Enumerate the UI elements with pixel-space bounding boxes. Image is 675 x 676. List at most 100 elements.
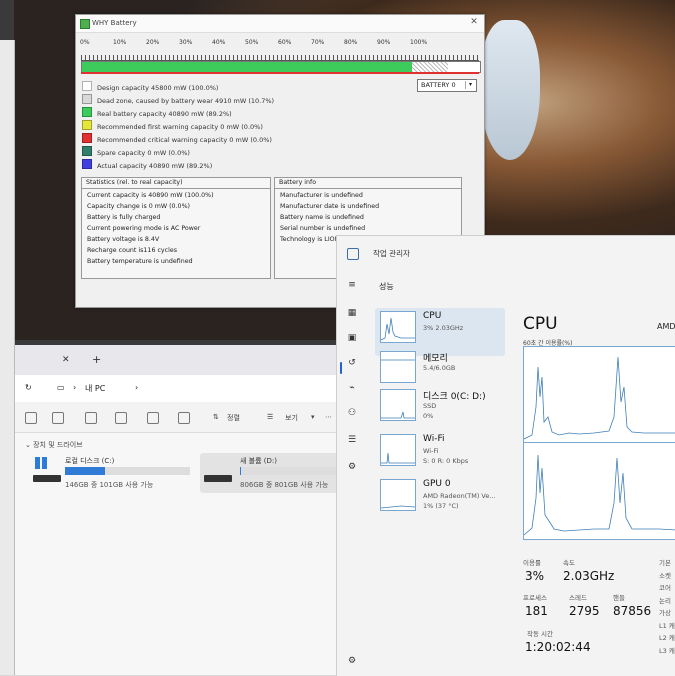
perf-item-sub: AMD Radeon(TM) Ve... bbox=[423, 492, 496, 500]
chevron-down-icon[interactable]: ▾ bbox=[465, 81, 475, 89]
percent-tick-label: 20% bbox=[146, 39, 160, 46]
explorer-tab-bar: ✕ + bbox=[15, 345, 337, 375]
rename-icon[interactable] bbox=[115, 412, 127, 424]
breadcrumb-chevron-icon: › bbox=[135, 383, 139, 392]
statistics-group: Statistics (rel. to real capacity) Curre… bbox=[81, 177, 271, 279]
task-manager-app-icon bbox=[347, 248, 359, 260]
monitor-icon[interactable]: ▭ bbox=[57, 383, 65, 392]
perf-item-name: Wi-Fi bbox=[423, 434, 445, 444]
legend-swatch bbox=[82, 120, 92, 130]
close-tab-icon[interactable]: ✕ bbox=[62, 355, 70, 365]
task-manager-title: 작업 관리자 bbox=[373, 249, 410, 258]
legend-item: Dead zone, caused by battery wear 4910 m… bbox=[82, 94, 274, 105]
copy-icon[interactable] bbox=[52, 412, 64, 424]
percent-tick-label: 80% bbox=[344, 39, 358, 46]
util-label: 이용률 bbox=[523, 559, 541, 567]
chevron-down-icon[interactable]: ⌄ bbox=[25, 441, 33, 449]
statistics-line: Battery is fully charged bbox=[87, 214, 161, 221]
process-label: 프로세스 bbox=[523, 594, 547, 602]
paste-icon[interactable] bbox=[85, 412, 97, 424]
legend-item: Actual capacity 40890 mW (89.2%) bbox=[82, 159, 212, 170]
percent-tick-label: 90% bbox=[377, 39, 391, 46]
menu-icon[interactable]: ≡ bbox=[347, 280, 357, 290]
cpu-spec-label: 기본 bbox=[659, 559, 671, 567]
performance-icon[interactable]: ▣ bbox=[347, 333, 357, 343]
view-button[interactable]: 보기 bbox=[285, 413, 298, 423]
percent-tick-label: 70% bbox=[311, 39, 325, 46]
drive-c[interactable]: 로컬 디스크 (C:) 146GB 중 101GB 사용 가능 bbox=[25, 453, 205, 493]
battery-info-line: Battery name is undefined bbox=[280, 214, 364, 221]
perf-list-item[interactable]: GPU 0 AMD Radeon(TM) Ve... 1% (37 °C) bbox=[375, 476, 500, 526]
battery-info-line: Manufacturer date is undefined bbox=[280, 203, 380, 210]
new-tab-icon[interactable]: + bbox=[92, 353, 101, 366]
legend-item: Recommended critical warning capacity 0 … bbox=[82, 133, 272, 144]
drive-icon bbox=[33, 475, 61, 482]
legend-swatch bbox=[82, 146, 92, 156]
percent-tick-label: 50% bbox=[245, 39, 259, 46]
percent-tick-label: 40% bbox=[212, 39, 226, 46]
breadcrumb-chevron-icon: › bbox=[73, 383, 77, 392]
explorer-nav-bar: ↻ ▭ › 내 PC › bbox=[15, 375, 337, 402]
app-history-icon[interactable]: ↺ bbox=[347, 358, 357, 368]
legend-swatch bbox=[82, 107, 92, 117]
speed-value: 2.03GHz bbox=[563, 569, 615, 583]
sort-icon[interactable]: ⇅ bbox=[213, 413, 219, 421]
view-icon[interactable]: ☰ bbox=[267, 413, 273, 421]
chevron-down-icon[interactable]: ▾ bbox=[311, 413, 315, 421]
legend-swatch bbox=[82, 81, 92, 91]
drive-d[interactable]: 새 볼륨 (D:) 806GB 중 801GB 사용 가능 bbox=[200, 453, 340, 493]
capacity-ruler bbox=[81, 48, 479, 61]
cpu-spec-label: L1 캐 bbox=[659, 621, 675, 630]
perf-thumbnail bbox=[380, 311, 416, 343]
battery-app-icon bbox=[80, 19, 90, 29]
startup-icon[interactable]: ⌁ bbox=[347, 383, 357, 393]
capacity-baseline bbox=[81, 72, 479, 74]
util-value: 3% bbox=[525, 569, 545, 583]
performance-heading: 성능 bbox=[379, 282, 394, 291]
legend-text: Real battery capacity 40890 mW (89.2%) bbox=[97, 110, 232, 118]
drive-free-space: 806GB 중 801GB 사용 가능 bbox=[240, 481, 329, 489]
delete-icon[interactable] bbox=[178, 412, 190, 424]
settings-icon[interactable]: ⚙ bbox=[347, 656, 357, 666]
background-window-edge bbox=[0, 40, 15, 675]
perf-thumbnail bbox=[380, 479, 416, 511]
more-icon[interactable]: ⋯ bbox=[325, 413, 332, 421]
users-icon[interactable]: ⚇ bbox=[347, 408, 357, 418]
services-icon[interactable]: ⚙ bbox=[347, 462, 357, 472]
battery-select[interactable]: BATTERY 0 ▾ bbox=[417, 79, 477, 92]
statistics-header: Statistics (rel. to real capacity) bbox=[82, 178, 270, 189]
percent-tick-label: 100% bbox=[410, 39, 428, 46]
devices-section-header[interactable]: ⌄ 장치 및 드라이브 bbox=[25, 440, 83, 450]
devices-section-label: 장치 및 드라이브 bbox=[33, 441, 83, 449]
legend-text: Recommended first warning capacity 0 mW … bbox=[97, 123, 263, 131]
perf-item-sub: SSD bbox=[423, 402, 437, 410]
breadcrumb-this-pc[interactable]: 내 PC bbox=[85, 383, 105, 394]
close-icon[interactable]: ✕ bbox=[468, 17, 480, 29]
cut-icon[interactable] bbox=[25, 412, 37, 424]
cpu-spec-label: 가상 bbox=[659, 609, 671, 617]
drive-icon bbox=[204, 475, 232, 482]
battery-title-bar[interactable]: WHY Battery ✕ bbox=[76, 15, 484, 33]
battery-info-line: Manufacturer is undefined bbox=[280, 192, 363, 199]
refresh-icon[interactable]: ↻ bbox=[25, 383, 32, 392]
perf-list-item[interactable]: Wi-Fi Wi-Fi S: 0 R: 0 Kbps bbox=[375, 431, 500, 481]
battery-info-header: Battery info bbox=[275, 178, 461, 189]
details-icon[interactable]: ☰ bbox=[347, 435, 357, 445]
drive-usage-fill bbox=[240, 467, 241, 475]
perf-list-item[interactable]: 디스크 0(C: D:) SSD 0% bbox=[375, 386, 500, 436]
processes-icon[interactable]: ▦ bbox=[347, 308, 357, 318]
perf-thumbnail bbox=[380, 389, 416, 421]
perf-item-sub: S: 0 R: 0 Kbps bbox=[423, 457, 469, 465]
handle-value: 87856 bbox=[613, 604, 652, 618]
battery-window-title: WHY Battery bbox=[92, 19, 137, 27]
statistics-line: Capacity change is 0 mW (0.0%) bbox=[87, 203, 191, 210]
legend-text: Actual capacity 40890 mW (89.2%) bbox=[97, 162, 213, 170]
perf-item-name: CPU bbox=[423, 311, 442, 321]
perf-item-name: 메모리 bbox=[423, 354, 448, 364]
share-icon[interactable] bbox=[147, 412, 159, 424]
sort-button[interactable]: 정렬 bbox=[227, 413, 240, 423]
percent-tick-label: 30% bbox=[179, 39, 193, 46]
explorer-toolbar: ⇅ 정렬 ☰ 보기 ▾ ⋯ bbox=[15, 402, 337, 433]
legend-item: Recommended first warning capacity 0 mW … bbox=[82, 120, 263, 131]
legend-item: Spare capacity 0 mW (0.0%) bbox=[82, 146, 190, 157]
